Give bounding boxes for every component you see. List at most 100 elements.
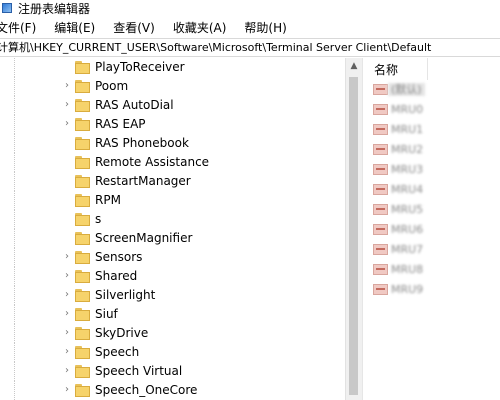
value-row[interactable]: MRU0 (368, 100, 500, 120)
folder-icon (75, 194, 90, 207)
tree-item[interactable]: › Shared (0, 267, 345, 286)
tree-item-label: Siuf (95, 307, 118, 321)
tree-item-label: RestartManager (95, 174, 191, 188)
folder-icon (75, 175, 90, 188)
tree-vertical-scrollbar[interactable]: ▲ (345, 58, 362, 400)
tree-guide-line (14, 229, 16, 248)
value-row[interactable]: MRU5 (368, 200, 500, 220)
tree-item[interactable]: PlayToReceiver (0, 58, 345, 77)
folder-icon (75, 99, 90, 112)
tree-item[interactable]: ScreenMagnifier (0, 229, 345, 248)
title-bar: 注册表编辑器 (0, 0, 500, 18)
value-row[interactable]: MRU9 (368, 280, 500, 300)
chevron-right-icon[interactable]: › (62, 271, 72, 281)
tree-guide-line (14, 210, 16, 229)
value-name: MRU2 (391, 143, 424, 156)
window-title: 注册表编辑器 (18, 2, 91, 16)
chevron-right-icon[interactable]: › (62, 347, 72, 357)
chevron-right-icon[interactable]: › (62, 81, 72, 91)
tree-item[interactable]: › RAS AutoDial (0, 96, 345, 115)
value-name: (默认) (388, 83, 425, 96)
folder-icon (75, 327, 90, 340)
registry-key-tree[interactable]: PlayToReceiver › Poom › RAS AutoDial › RAS EAP… (0, 58, 345, 400)
tree-item-label: PlayToReceiver (95, 60, 185, 74)
chevron-right-icon[interactable]: › (62, 328, 72, 338)
tree-item[interactable]: › Siuf (0, 305, 345, 324)
registry-string-value-icon (373, 244, 388, 255)
column-header-name[interactable]: 名称 (368, 58, 428, 80)
registry-editor-app-icon (2, 3, 12, 13)
tree-item-label: Poom (95, 79, 129, 93)
value-row[interactable]: MRU1 (368, 120, 500, 140)
registry-values-pane[interactable]: 名称 (默认) MRU0 MRU1 MRU2 MRU3 MRU4 MRU5 MRU6 MRU7 M… (368, 58, 500, 400)
folder-icon (75, 156, 90, 169)
value-row[interactable]: MRU2 (368, 140, 500, 160)
address-path[interactable]: 计算机\HKEY_CURRENT_USER\Software\Microsoft… (0, 41, 431, 54)
registry-string-value-icon (373, 104, 388, 115)
value-row[interactable]: (默认) (368, 80, 500, 100)
menu-edit[interactable]: 编辑(E) (49, 20, 100, 36)
address-bar[interactable]: 计算机\HKEY_CURRENT_USER\Software\Microsoft… (0, 38, 500, 57)
value-name: MRU5 (391, 203, 424, 216)
tree-item[interactable]: › Poom (0, 77, 345, 96)
folder-icon (75, 213, 90, 226)
tree-item[interactable]: RPM (0, 191, 345, 210)
chevron-right-icon[interactable]: › (62, 309, 72, 319)
chevron-right-icon[interactable]: › (62, 100, 72, 110)
value-row[interactable]: MRU7 (368, 240, 500, 260)
folder-icon (75, 384, 90, 397)
value-name: MRU9 (391, 283, 424, 296)
chevron-right-icon[interactable]: › (62, 252, 72, 262)
value-name: MRU6 (391, 223, 424, 236)
menu-bar: 文件(F) 编辑(E) 查看(V) 收藏夹(A) 帮助(H) (0, 18, 500, 38)
folder-icon (75, 289, 90, 302)
folder-icon (75, 346, 90, 359)
chevron-right-icon[interactable]: › (62, 119, 72, 129)
menu-view[interactable]: 查看(V) (108, 20, 160, 36)
menu-favorites[interactable]: 收藏夹(A) (168, 20, 232, 36)
tree-item[interactable]: Remote Assistance (0, 153, 345, 172)
tree-guide-line (14, 58, 16, 77)
tree-item[interactable]: › Speech Virtual (0, 362, 345, 381)
tree-guide-line (14, 153, 16, 172)
tree-guide-line (14, 343, 16, 362)
tree-item-label: RAS Phonebook (95, 136, 189, 150)
value-row[interactable]: MRU4 (368, 180, 500, 200)
tree-guide-line (14, 381, 16, 400)
scrollbar-thumb[interactable] (349, 77, 358, 395)
tree-guide-line (14, 267, 16, 286)
tree-item-label: RPM (95, 193, 121, 207)
menu-help[interactable]: 帮助(H) (239, 20, 291, 36)
chevron-right-icon[interactable]: › (62, 366, 72, 376)
chevron-right-icon[interactable]: › (62, 385, 72, 395)
registry-string-value-icon (373, 124, 388, 135)
tree-item[interactable]: › RAS EAP (0, 115, 345, 134)
value-row[interactable]: MRU6 (368, 220, 500, 240)
tree-guide-line (14, 362, 16, 381)
registry-string-value-icon (373, 264, 388, 275)
tree-item[interactable]: › Sensors (0, 248, 345, 267)
tree-item[interactable]: › SkyDrive (0, 324, 345, 343)
tree-item[interactable]: › Speech (0, 343, 345, 362)
folder-icon (75, 308, 90, 321)
tree-guide-line (14, 286, 16, 305)
registry-string-value-icon (373, 184, 388, 195)
tree-item-label: Sensors (95, 250, 143, 264)
value-row[interactable]: MRU3 (368, 160, 500, 180)
tree-item[interactable]: › Speech_OneCore (0, 381, 345, 400)
folder-icon (75, 365, 90, 378)
menu-file[interactable]: 文件(F) (0, 20, 41, 36)
chevron-right-icon[interactable]: › (62, 290, 72, 300)
tree-item-label: RAS AutoDial (95, 98, 174, 112)
value-row[interactable]: MRU8 (368, 260, 500, 280)
tree-item-label: Speech Virtual (95, 364, 183, 378)
folder-icon (75, 80, 90, 93)
chevron-up-icon[interactable]: ▲ (346, 58, 362, 75)
tree-item[interactable]: s (0, 210, 345, 229)
registry-string-value-icon (373, 84, 388, 95)
value-name: MRU1 (391, 123, 424, 136)
tree-item-label: SkyDrive (95, 326, 149, 340)
tree-item[interactable]: RestartManager (0, 172, 345, 191)
tree-item[interactable]: › Silverlight (0, 286, 345, 305)
tree-item[interactable]: RAS Phonebook (0, 134, 345, 153)
